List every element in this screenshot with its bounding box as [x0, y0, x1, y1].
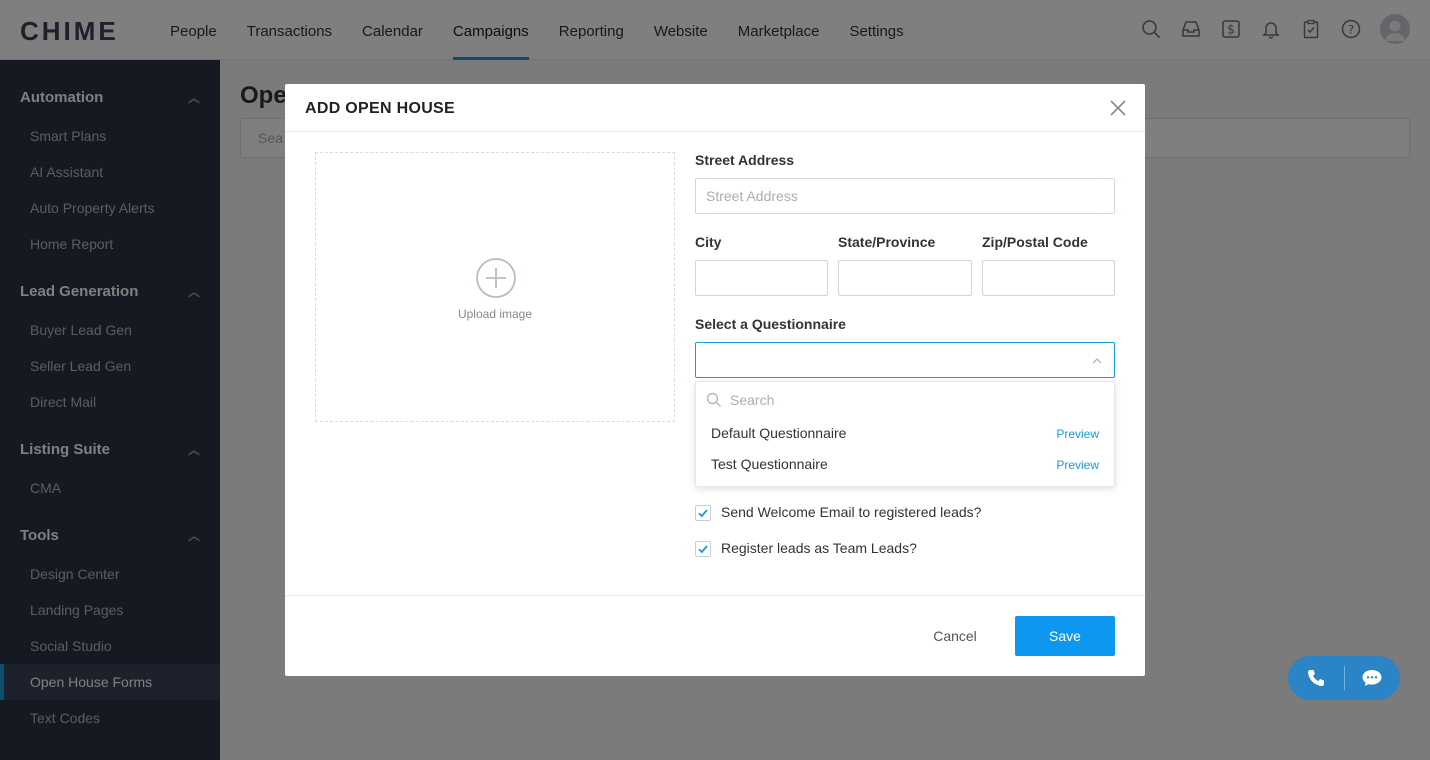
street-address-input[interactable] — [695, 178, 1115, 214]
dropdown-search — [696, 382, 1114, 418]
modal-header: ADD OPEN HOUSE — [285, 84, 1145, 132]
city-input[interactable] — [695, 260, 828, 296]
city-label: City — [695, 234, 722, 250]
team-leads-label: Register leads as Team Leads? — [721, 540, 917, 556]
modal-title: ADD OPEN HOUSE — [305, 100, 455, 117]
state-input[interactable] — [838, 260, 972, 296]
state-label: State/Province — [838, 234, 936, 250]
search-icon — [706, 392, 722, 408]
dropdown-search-input[interactable] — [730, 388, 1100, 412]
cancel-button[interactable]: Cancel — [915, 616, 995, 656]
team-leads-checkbox[interactable] — [695, 541, 711, 557]
questionnaire-label: Select a Questionnaire — [695, 316, 846, 332]
phone-icon[interactable] — [1288, 656, 1344, 700]
option-label: Default Questionnaire — [711, 425, 847, 441]
chat-icon[interactable] — [1344, 656, 1400, 700]
preview-link[interactable]: Preview — [1056, 458, 1099, 472]
dropdown-option-default[interactable]: Default Questionnaire Preview — [696, 418, 1114, 449]
questionnaire-select[interactable] — [695, 342, 1115, 378]
save-button[interactable]: Save — [1015, 616, 1115, 656]
welcome-email-label: Send Welcome Email to registered leads? — [721, 504, 982, 520]
upload-image-label: Upload image — [457, 307, 533, 321]
welcome-email-checkbox[interactable] — [695, 505, 711, 521]
zip-label: Zip/Postal Code — [982, 234, 1088, 250]
upload-image-area[interactable]: Upload image — [315, 152, 675, 422]
modal-footer: Cancel Save — [285, 595, 1145, 676]
zip-input[interactable] — [982, 260, 1115, 296]
plus-circle-icon — [475, 257, 517, 299]
dropdown-option-test[interactable]: Test Questionnaire Preview — [696, 449, 1114, 480]
contact-widget — [1288, 656, 1400, 700]
close-icon[interactable] — [1107, 97, 1129, 119]
preview-link[interactable]: Preview — [1056, 427, 1099, 441]
questionnaire-dropdown: Default Questionnaire Preview Test Quest… — [695, 381, 1115, 487]
street-address-label: Street Address — [695, 152, 795, 168]
add-open-house-modal: ADD OPEN HOUSE Upload image Street Addre… — [285, 84, 1145, 676]
chevron-up-icon — [1090, 354, 1104, 368]
option-label: Test Questionnaire — [711, 456, 828, 472]
